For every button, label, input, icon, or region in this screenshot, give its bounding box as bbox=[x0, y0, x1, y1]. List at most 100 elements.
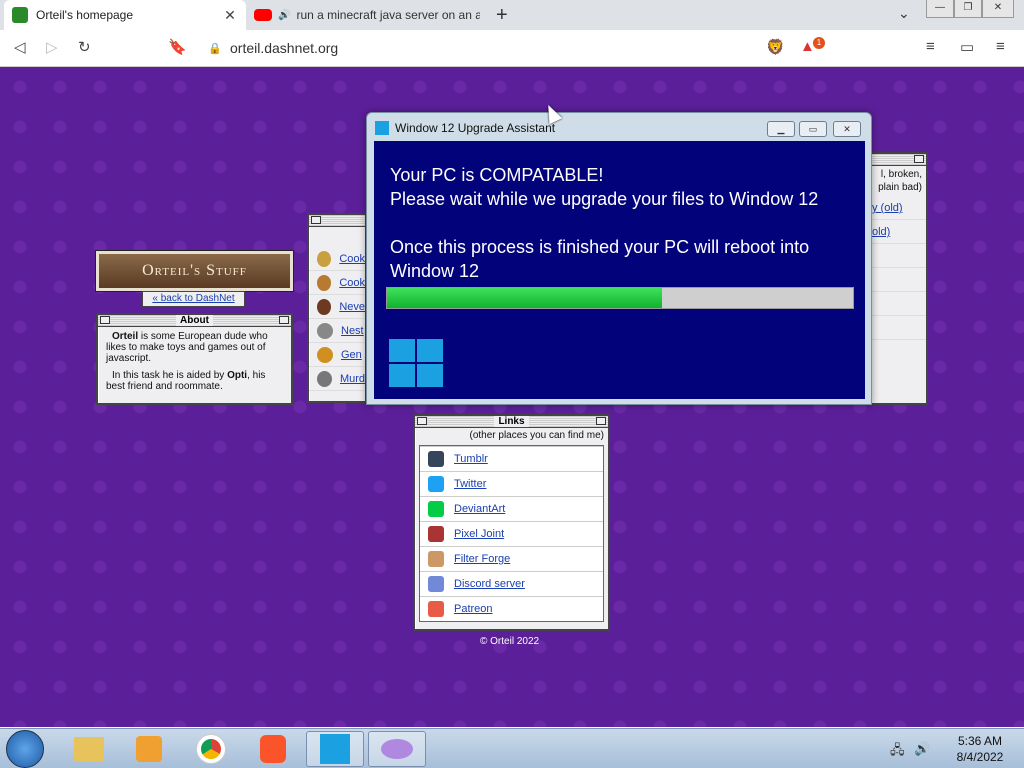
link-tumblr[interactable]: Tumblr bbox=[420, 446, 603, 471]
panel-square-icon bbox=[100, 316, 110, 324]
forward-icon[interactable]: ▷ bbox=[46, 38, 58, 56]
wallet-icon[interactable]: ▭ bbox=[960, 38, 974, 56]
clock-time: 5:36 AM bbox=[957, 734, 1003, 748]
right-row bbox=[868, 316, 926, 340]
popup-maximize-button[interactable]: ▭ bbox=[799, 121, 827, 137]
address-bar[interactable]: 🔒 orteil.dashnet.org bbox=[198, 34, 828, 62]
game-label: Gen bbox=[341, 348, 362, 361]
windows-explorer-icon[interactable] bbox=[60, 731, 118, 767]
right-panel: l, broken, plain bad) y (old) old) bbox=[866, 152, 928, 405]
popup-minimize-button[interactable]: ▁ bbox=[767, 121, 795, 137]
game-label: Nest bbox=[341, 324, 364, 337]
right-link[interactable]: y (old) bbox=[868, 196, 926, 220]
discord-icon bbox=[428, 576, 444, 592]
upgrade-assistant-window: Window 12 Upgrade Assistant ▁ ▭ ✕ Your P… bbox=[366, 112, 872, 405]
panel-square-icon bbox=[311, 216, 321, 224]
dolphin-icon[interactable] bbox=[368, 731, 426, 767]
link-patreon[interactable]: Patreon bbox=[420, 596, 603, 621]
about-name: Orteil bbox=[112, 331, 139, 342]
game-link[interactable]: Gen bbox=[309, 343, 365, 367]
restore-button[interactable]: ❐ bbox=[954, 0, 982, 18]
window-12-icon[interactable] bbox=[306, 731, 364, 767]
right-row bbox=[868, 244, 926, 268]
reload-icon[interactable]: ↻ bbox=[78, 38, 91, 56]
browser-toolbar: ◁ ▷ ↻ 🔖 🔒 orteil.dashnet.org 🦁 ▲ 1 ≡ ▭ ≡ bbox=[0, 30, 1024, 67]
youtube-icon bbox=[254, 9, 272, 21]
game-label: Neve bbox=[339, 300, 365, 313]
back-to-dashnet-link[interactable]: « back to DashNet bbox=[142, 291, 245, 307]
new-tab-button[interactable]: + bbox=[496, 4, 508, 27]
about-header: About bbox=[98, 315, 291, 327]
start-button[interactable] bbox=[6, 730, 44, 768]
playlist-icon[interactable]: ≡ bbox=[926, 38, 935, 55]
windows-logo-icon bbox=[389, 339, 443, 387]
volume-icon[interactable]: 🔊 bbox=[914, 741, 930, 757]
brave-shields-icon[interactable]: 🦁 bbox=[766, 38, 785, 56]
tumblr-icon bbox=[428, 451, 444, 467]
window-title-bar[interactable]: Window 12 Upgrade Assistant bbox=[375, 121, 555, 135]
games-panel: Cook Cook Neve Nest Gen Murd bbox=[307, 213, 367, 403]
link-filter-forge[interactable]: Filter Forge bbox=[420, 546, 603, 571]
clock-date: 8/4/2022 bbox=[956, 750, 1004, 764]
game-icon bbox=[317, 298, 332, 315]
about-opti: Opti bbox=[227, 370, 248, 381]
clock[interactable]: 5:36 AM 8/4/2022 bbox=[940, 733, 1020, 765]
game-link[interactable]: Cook bbox=[309, 271, 365, 295]
game-link[interactable]: Nest bbox=[309, 319, 365, 343]
game-icon bbox=[317, 370, 332, 387]
upgrade-progress-bar bbox=[386, 287, 854, 309]
close-tab-icon[interactable]: ✕ bbox=[222, 7, 238, 24]
link-label: Twitter bbox=[454, 478, 487, 490]
brave-icon[interactable] bbox=[244, 731, 302, 767]
back-icon[interactable]: ◁ bbox=[14, 38, 26, 56]
bookmark-icon[interactable]: 🔖 bbox=[168, 38, 187, 56]
game-link[interactable]: Cook bbox=[309, 247, 365, 271]
chrome-icon[interactable] bbox=[182, 731, 240, 767]
deviantart-icon bbox=[428, 501, 444, 517]
right-header bbox=[868, 154, 926, 166]
about-title: About bbox=[176, 315, 213, 326]
minimize-button[interactable]: — bbox=[926, 0, 954, 18]
orteil-favicon bbox=[12, 7, 28, 23]
about-text-2a: In this task he is aided by bbox=[112, 370, 228, 381]
link-pixel-joint[interactable]: Pixel Joint bbox=[420, 521, 603, 546]
tab-title: Orteil's homepage bbox=[36, 8, 134, 22]
game-link[interactable]: Neve bbox=[309, 295, 365, 319]
links-list: Tumblr Twitter DeviantArt Pixel Joint Filter… bbox=[419, 445, 604, 622]
game-label: Cook bbox=[339, 276, 365, 289]
taskbar: 🖧 🔊 5:36 AM 8/4/2022 bbox=[0, 728, 1024, 768]
link-discord-server[interactable]: Discord server bbox=[420, 571, 603, 596]
link-label: DeviantArt bbox=[454, 503, 506, 515]
right-link[interactable]: old) bbox=[868, 220, 926, 244]
compatible-message: Your PC is COMPATABLE! bbox=[390, 165, 604, 185]
panel-square-icon bbox=[914, 155, 924, 163]
game-icon bbox=[317, 322, 333, 339]
about-panel: About Orteil is some European dude who l… bbox=[96, 313, 293, 405]
tab-search-chevron-icon[interactable]: ⌄ bbox=[898, 5, 910, 22]
game-icon bbox=[317, 274, 332, 291]
right-text-line: plain bad) bbox=[878, 182, 922, 193]
tab-title: run a minecraft java server on an a bbox=[296, 8, 480, 22]
panel-square-icon bbox=[417, 417, 427, 425]
game-icon bbox=[317, 250, 332, 267]
tab-youtube[interactable]: 🔊 run a minecraft java server on an a bbox=[248, 0, 480, 30]
popup-close-button[interactable]: ✕ bbox=[833, 121, 861, 137]
pixel-joint-icon bbox=[428, 526, 444, 542]
game-link[interactable]: Murd bbox=[309, 367, 365, 391]
right-row bbox=[868, 268, 926, 292]
tab-orteil[interactable]: Orteil's homepage ✕ bbox=[4, 0, 246, 30]
links-header: Links bbox=[415, 416, 608, 428]
link-deviantart[interactable]: DeviantArt bbox=[420, 496, 603, 521]
audio-icon[interactable]: 🔊 bbox=[278, 10, 290, 21]
link-label: Discord server bbox=[454, 578, 525, 590]
links-panel: Links (other places you can find me) Tum… bbox=[413, 414, 610, 631]
lock-icon[interactable]: 🔒 bbox=[208, 42, 222, 55]
link-twitter[interactable]: Twitter bbox=[420, 471, 603, 496]
progress-fill bbox=[387, 288, 662, 308]
wait-message: Please wait while we upgrade your files … bbox=[390, 189, 819, 209]
close-window-button[interactable]: ✕ bbox=[982, 0, 1014, 18]
links-subtitle: (other places you can find me) bbox=[469, 430, 604, 441]
network-icon[interactable]: 🖧 bbox=[890, 741, 905, 763]
media-player-icon[interactable] bbox=[120, 731, 178, 767]
menu-icon[interactable]: ≡ bbox=[996, 38, 1005, 55]
